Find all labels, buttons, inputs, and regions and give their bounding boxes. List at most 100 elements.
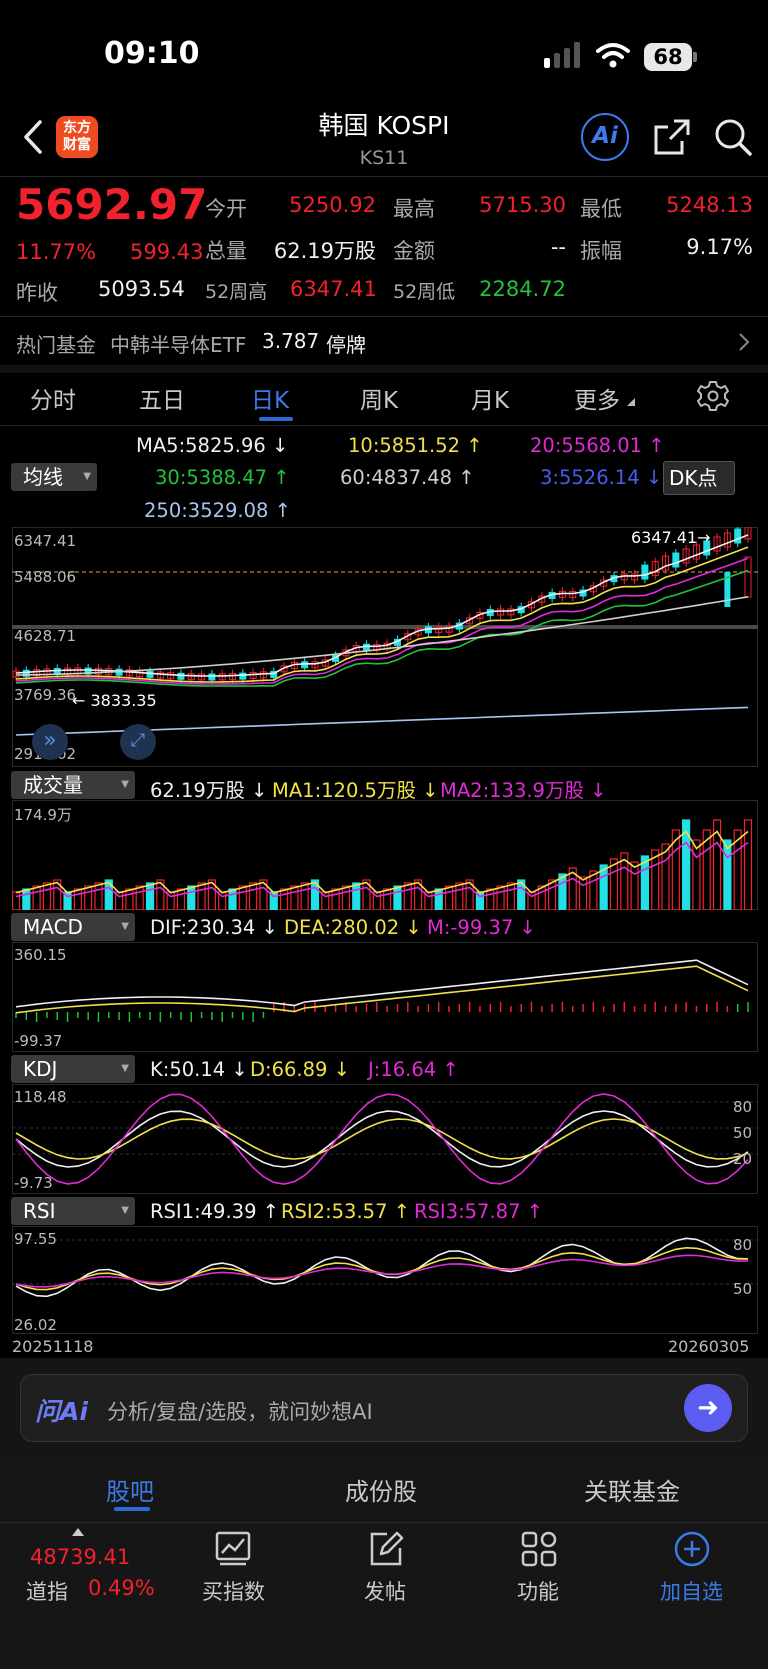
- expand-left-icon[interactable]: »: [32, 724, 68, 760]
- kdj-j: J:16.64 ↑: [368, 1058, 459, 1081]
- tab-related-funds[interactable]: 关联基金: [584, 1472, 680, 1507]
- tab-weekly-k[interactable]: 周K: [360, 381, 398, 415]
- low-value: 5248.13: [666, 193, 753, 217]
- ma-selector[interactable]: 均线 ▼: [11, 463, 97, 491]
- volume-bar: [73, 888, 82, 910]
- tab-constituents[interactable]: 成份股: [345, 1472, 417, 1507]
- dropdown-icon: ▼: [83, 471, 91, 482]
- ai-send-button[interactable]: ➜: [684, 1384, 732, 1432]
- share-icon[interactable]: [652, 117, 692, 157]
- ai-placeholder: 分析/复盘/选股，就问妙想AI: [107, 1400, 373, 1424]
- macd-dif: DIF:230.34 ↓: [150, 916, 278, 939]
- dropdown-icon: ▼: [121, 779, 129, 790]
- settings-gear-icon[interactable]: [697, 380, 729, 412]
- volume-selector[interactable]: 成交量 ▼: [11, 771, 135, 799]
- nav-functions[interactable]: 功能: [517, 1576, 559, 1606]
- ma250-text: 250:3529.08: [144, 499, 269, 522]
- ai-assistant-button[interactable]: Ai: [581, 113, 629, 161]
- macd-chart[interactable]: [12, 942, 758, 1052]
- nav-post[interactable]: 发帖: [364, 1576, 406, 1606]
- dropdown-icon: ▼: [121, 1205, 129, 1216]
- volume-selector-label: 成交量: [23, 773, 83, 797]
- volume-bar: [630, 861, 639, 910]
- tab-more[interactable]: 更多: [574, 381, 620, 415]
- last-price: 5692.97: [16, 180, 208, 229]
- ma30-text: 30:5388.47: [155, 466, 268, 489]
- volume-chart[interactable]: [12, 800, 758, 910]
- ma20-line: [15, 557, 749, 685]
- rsi-axis-top: 97.55: [14, 1230, 57, 1248]
- tab-intraday[interactable]: 分时: [30, 381, 76, 415]
- signal-icon: [544, 42, 580, 68]
- functions-grid-icon[interactable]: [520, 1530, 558, 1568]
- volume-bar: [578, 876, 588, 910]
- volume-bar: [125, 888, 134, 910]
- high-value: 5715.30: [479, 193, 566, 217]
- week52-high-value: 6347.41: [290, 277, 377, 301]
- candle: [672, 552, 680, 568]
- high-marker-value: 6347.41: [631, 528, 698, 547]
- ma60-text: 60:4837.48: [340, 466, 453, 489]
- status-time: 09:10: [104, 36, 200, 71]
- chart-icon[interactable]: [214, 1530, 252, 1568]
- volume-axis-top: 174.9万: [14, 806, 72, 824]
- candle: [734, 528, 742, 544]
- more-caret-icon: [627, 398, 635, 406]
- fund-bar[interactable]: 热门基金 中韩半导体ETF 3.787 停牌: [0, 317, 768, 365]
- week52-low-value: 2284.72: [479, 277, 566, 301]
- date-end: 20260305: [668, 1337, 750, 1356]
- kdj-d-text: D:66.89: [250, 1058, 328, 1081]
- kdj-k-line: [15, 1110, 749, 1168]
- rsi-chart[interactable]: [12, 1226, 758, 1334]
- edit-post-icon[interactable]: [367, 1530, 405, 1568]
- volume-bar: [42, 882, 52, 910]
- candle: [177, 672, 185, 680]
- dow-index-value[interactable]: 48739.41: [30, 1545, 130, 1569]
- tab-forum[interactable]: 股吧: [106, 1472, 154, 1507]
- tabs-divider: [0, 425, 768, 426]
- bottom-divider: [0, 1522, 768, 1523]
- volume-label: 总量: [205, 239, 247, 263]
- tab-five-day[interactable]: 五日: [139, 381, 185, 415]
- dropdown-icon: ▼: [121, 921, 129, 932]
- kdj-selector[interactable]: KDJ ▼: [11, 1055, 135, 1083]
- candle: [146, 670, 154, 678]
- volume-bar: [331, 888, 340, 910]
- rsi-axis-bottom: 26.02: [14, 1316, 57, 1334]
- volume-bar: [32, 885, 41, 910]
- add-watchlist-icon[interactable]: [673, 1530, 711, 1568]
- nav-buy-index[interactable]: 买指数: [202, 1576, 265, 1606]
- chevron-right-icon: [739, 333, 750, 351]
- tab-monthly-k[interactable]: 月K: [471, 381, 509, 415]
- kdj-level-20: 20: [733, 1150, 753, 1168]
- rsi1-text: RSI1:49.39: [150, 1200, 257, 1223]
- low-marker: ← 3833.35: [72, 691, 157, 710]
- search-icon[interactable]: [712, 116, 754, 158]
- dk-point-button[interactable]: DK点: [663, 461, 735, 495]
- kdj-d: D:66.89 ↓: [250, 1058, 350, 1081]
- ma5-text: MA5:5825.96: [136, 434, 266, 457]
- volume-bar: [145, 882, 155, 910]
- volume-bar: [300, 882, 309, 910]
- rsi1-line: [15, 1237, 749, 1298]
- nav-add-watchlist[interactable]: 加自选: [660, 1576, 723, 1606]
- macd-axis-bottom: -99.37: [14, 1032, 63, 1050]
- fullscreen-icon[interactable]: ⤢: [120, 724, 156, 760]
- open-label: 今开: [205, 197, 247, 221]
- rsi-level-50: 50: [733, 1280, 753, 1298]
- change-value: 599.43: [130, 240, 204, 264]
- tab-daily-k[interactable]: 日K: [251, 381, 289, 415]
- dk-point-label: DK点: [669, 466, 718, 490]
- kdj-level-50: 50: [733, 1124, 753, 1142]
- low-marker-value: 3833.35: [90, 691, 157, 710]
- macd-dif-text: DIF:230.34: [150, 916, 256, 939]
- macd-selector[interactable]: MACD ▼: [11, 913, 135, 941]
- rsi-selector[interactable]: RSI ▼: [11, 1197, 135, 1225]
- candle: [301, 661, 309, 669]
- kdj-chart[interactable]: [12, 1084, 758, 1194]
- bottom-tab-indicator: [114, 1507, 150, 1511]
- prev-close-label: 昨收: [16, 281, 58, 305]
- change-pct: 11.77%: [16, 240, 97, 264]
- volume-bar: [84, 885, 93, 910]
- section-gap: [0, 365, 768, 373]
